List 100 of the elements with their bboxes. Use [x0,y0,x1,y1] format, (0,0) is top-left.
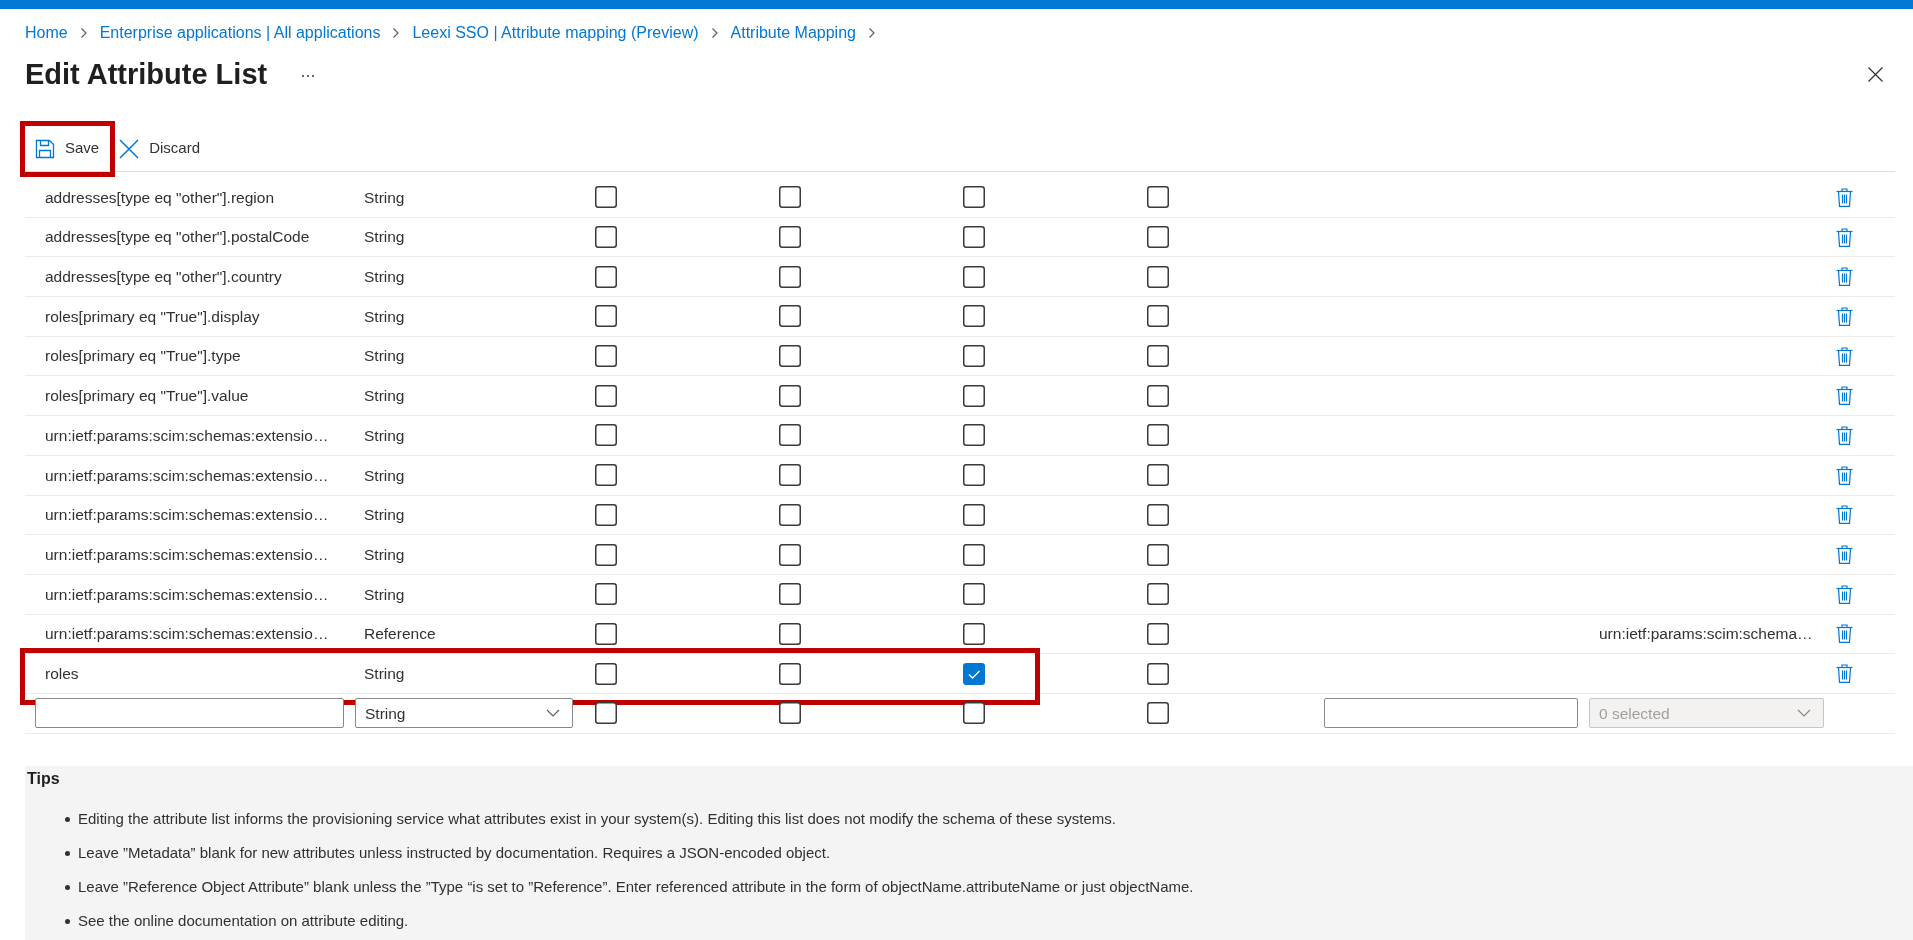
attribute-type: String [364,188,405,206]
checkbox[interactable] [595,345,617,368]
trash-icon[interactable] [1836,227,1853,247]
attribute-type: String [364,268,405,286]
checkbox[interactable] [963,503,985,526]
checkbox[interactable] [1147,583,1169,606]
checkbox[interactable] [595,503,617,526]
checkbox[interactable] [779,305,801,328]
tips-heading: Tips [27,768,61,789]
checkbox[interactable] [1147,464,1169,487]
checkbox[interactable] [595,543,617,566]
checkbox[interactable] [1147,543,1169,566]
chevron-right-icon [867,27,876,39]
checkbox[interactable] [1147,265,1169,288]
attribute-name: roles[primary eq "True"].type [45,347,241,365]
trash-icon[interactable] [1836,664,1853,684]
checkbox[interactable] [1147,424,1169,447]
attribute-name: addresses[type eq "other"].postalCode [45,228,310,246]
trash-icon[interactable] [1836,386,1853,406]
checkbox[interactable] [779,384,801,407]
checkbox[interactable] [595,662,617,685]
breadcrumb-link[interactable]: Leexi SSO | Attribute mapping (Preview) [412,22,699,44]
checkbox[interactable] [1147,622,1169,645]
breadcrumb-link[interactable]: Home [25,22,68,44]
checkbox[interactable] [1147,702,1169,725]
checkbox[interactable] [963,702,985,725]
checkbox[interactable] [1147,662,1169,685]
checkbox[interactable] [779,464,801,487]
breadcrumb-link[interactable]: Enterprise applications | All applications [99,22,381,44]
checkbox[interactable] [1147,305,1169,328]
checkbox[interactable] [1147,226,1169,249]
trash-icon[interactable] [1836,505,1853,525]
checkbox[interactable] [595,424,617,447]
checkbox[interactable] [779,424,801,447]
chevron-right-icon [710,27,719,39]
checkbox[interactable] [779,622,801,645]
checkbox[interactable] [779,583,801,606]
checkbox[interactable] [963,186,985,209]
checkbox[interactable] [779,226,801,249]
attribute-type: String [364,466,405,484]
checkbox[interactable] [779,186,801,209]
attribute-type: String [364,347,405,365]
trash-icon[interactable] [1836,306,1853,326]
attribute-type: Reference [364,625,436,643]
checkbox[interactable] [963,226,985,249]
attribute-type: String [364,506,405,524]
checkbox[interactable] [1147,503,1169,526]
attribute-type: String [364,585,405,603]
checkbox[interactable] [963,662,985,685]
checkbox[interactable] [963,265,985,288]
checkbox[interactable] [779,662,801,685]
checkbox[interactable] [595,305,617,328]
trash-icon[interactable] [1836,624,1853,644]
trash-icon[interactable] [1836,187,1853,207]
tip-text: See the online documentation on attribute editing. [78,911,409,932]
checkbox[interactable] [595,464,617,487]
attribute-name: addresses[type eq "other"].region [45,188,274,206]
checkbox[interactable] [595,622,617,645]
checkbox[interactable] [595,226,617,249]
checkbox[interactable] [595,702,617,725]
attribute-name: roles[primary eq "True"].value [45,387,249,405]
attribute-name: urn:ietf:params:scim:schemas:extensio… [45,506,329,524]
more-icon[interactable] [301,74,316,78]
checkbox[interactable] [779,702,801,725]
checkbox[interactable] [779,345,801,368]
tip-text: Leave ”Metadata” blank for new attributes unless instructed by documentation. Requires a JSON-encoded object. [78,843,831,864]
checkbox[interactable] [963,543,985,566]
attribute-type: String [364,426,405,444]
trash-icon[interactable] [1836,346,1853,366]
breadcrumb-link[interactable]: Attribute Mapping [730,22,856,44]
checkbox[interactable] [779,265,801,288]
checkbox[interactable] [963,305,985,328]
checkbox[interactable] [963,384,985,407]
checkbox[interactable] [963,424,985,447]
checkbox[interactable] [595,583,617,606]
trash-icon[interactable] [1836,465,1853,485]
checkbox[interactable] [963,622,985,645]
chevron-right-icon [392,27,401,39]
checkbox[interactable] [963,345,985,368]
save-button[interactable]: Save [27,130,108,167]
close-icon[interactable] [1868,66,1883,82]
checkbox[interactable] [963,464,985,487]
checkbox[interactable] [595,265,617,288]
checkbox[interactable] [779,503,801,526]
trash-icon[interactable] [1836,267,1853,287]
checkbox[interactable] [779,543,801,566]
checkbox[interactable] [1147,345,1169,368]
checkbox[interactable] [1147,384,1169,407]
trash-icon[interactable] [1836,545,1853,565]
checkbox[interactable] [595,186,617,209]
trash-icon[interactable] [1836,425,1853,445]
checkbox[interactable] [1147,186,1169,209]
name-input[interactable] [35,698,344,729]
attribute-name: urn:ietf:params:scim:schemas:extensio… [45,545,329,563]
checkbox[interactable] [963,583,985,606]
checkbox[interactable] [595,384,617,407]
type-dropdown[interactable]: String [355,698,573,729]
discard-button[interactable]: Discard [111,130,209,167]
text-input[interactable] [1324,698,1578,729]
trash-icon[interactable] [1836,584,1853,604]
